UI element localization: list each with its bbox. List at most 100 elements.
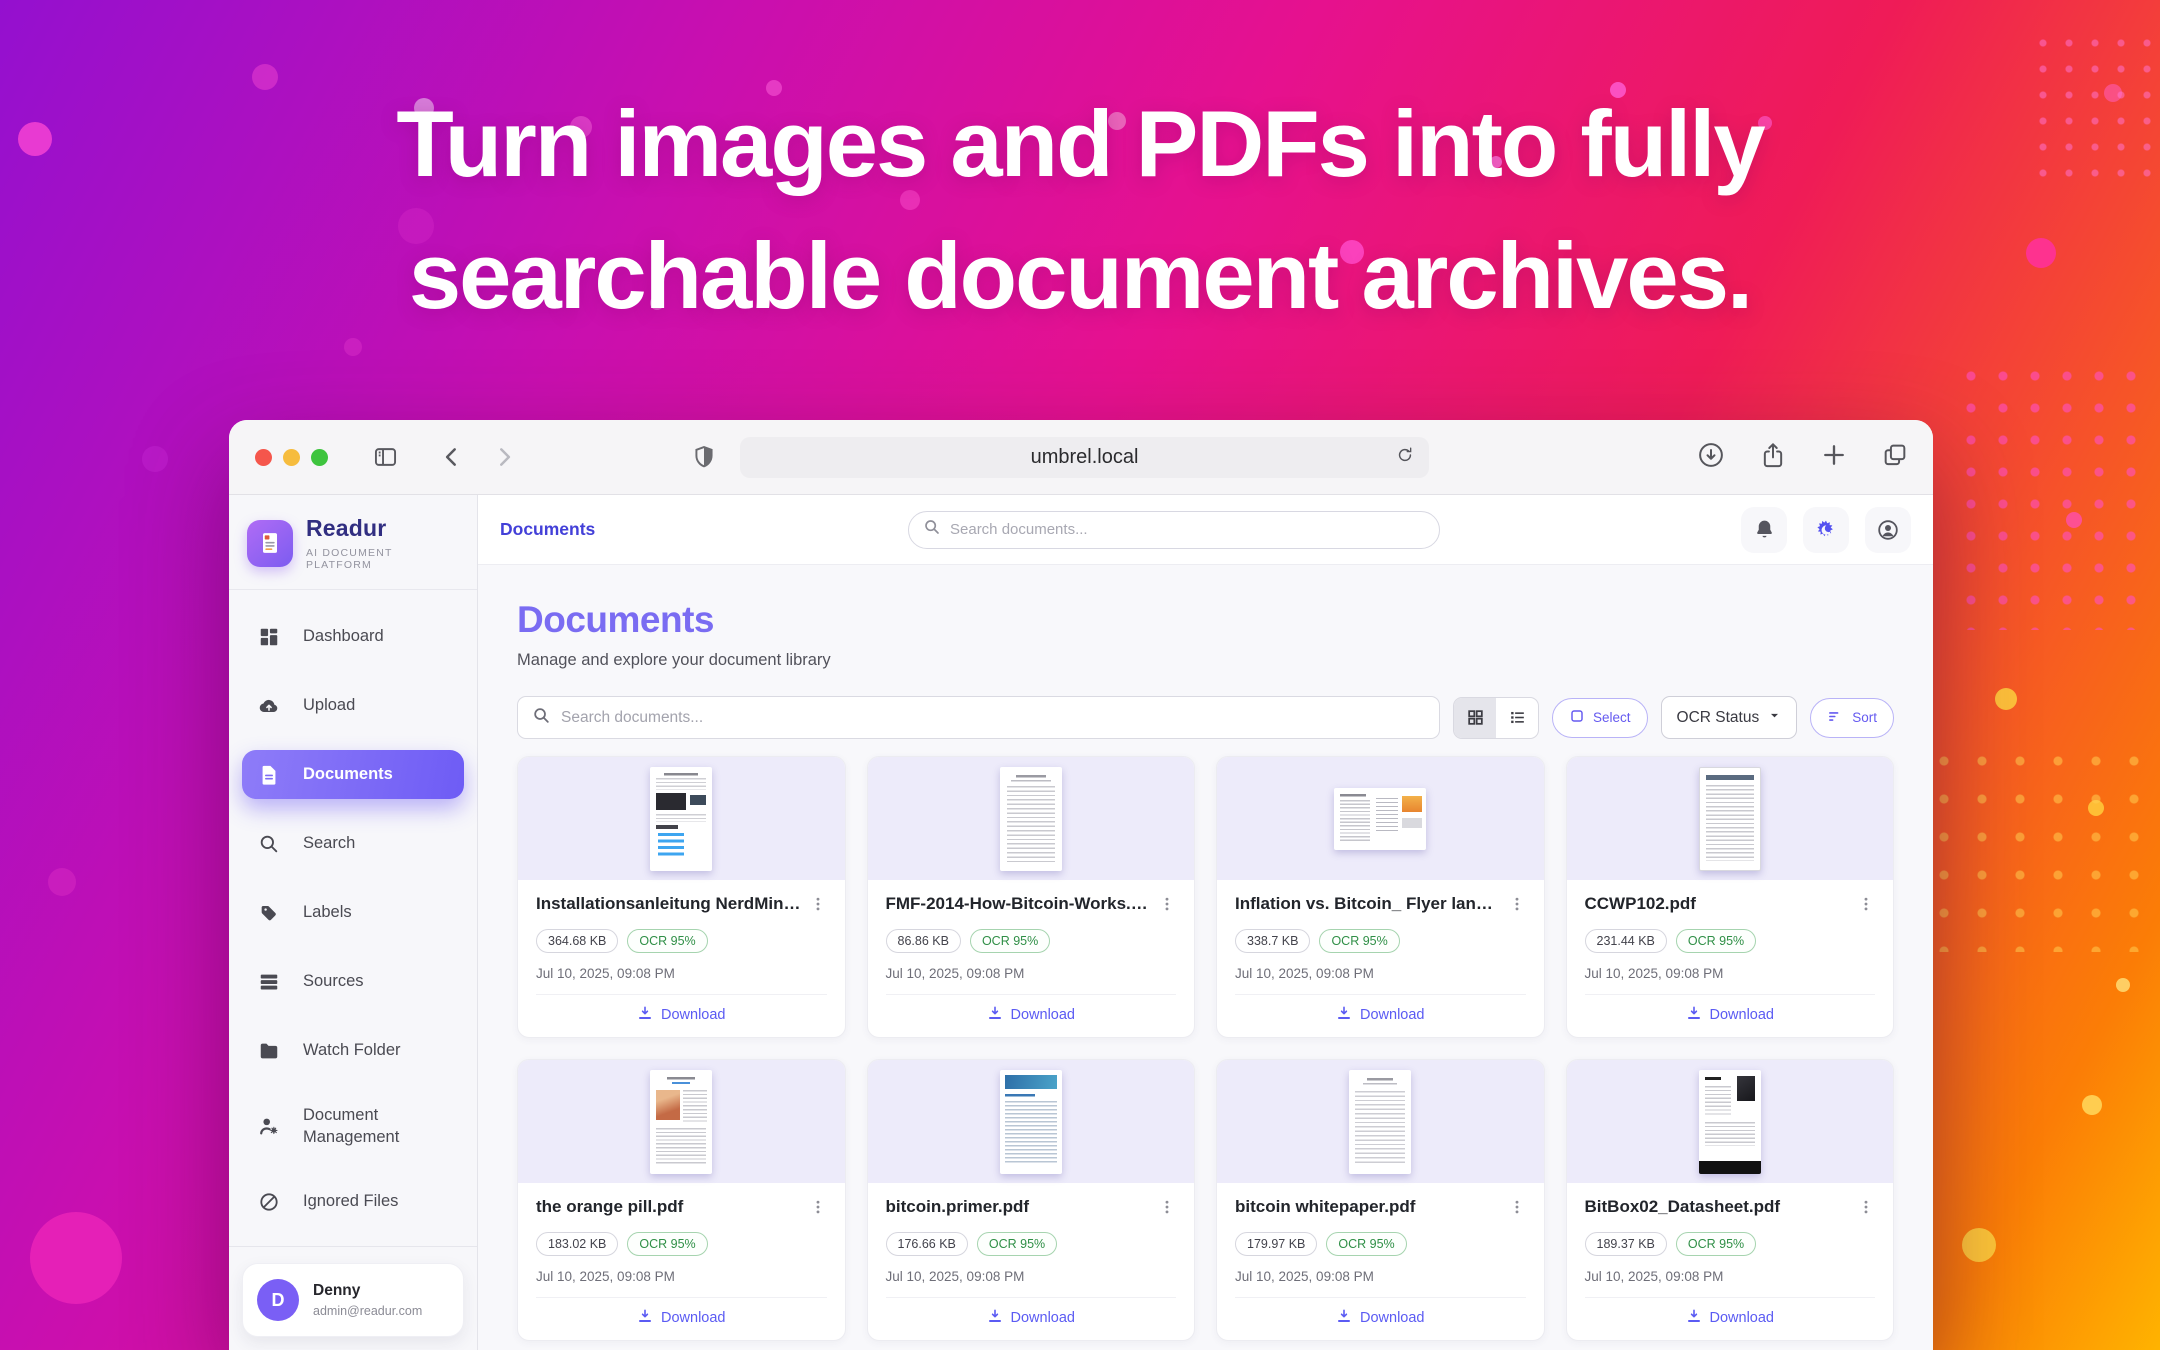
- topbar-search-input[interactable]: [950, 521, 1425, 538]
- topbar-search[interactable]: [908, 511, 1440, 549]
- download-link[interactable]: Download: [1235, 1297, 1526, 1328]
- download-link[interactable]: Download: [1235, 994, 1526, 1025]
- document-card[interactable]: BitBox02_Datasheet.pdf 189.37 KB OCR 95%…: [1566, 1059, 1895, 1341]
- doc-thumb-page: [1699, 1070, 1761, 1174]
- sidebar-item-label: Dashboard: [303, 627, 384, 646]
- user-card[interactable]: D Denny admin@readur.com: [242, 1263, 464, 1337]
- app-topbar: Documents: [478, 495, 1933, 565]
- readur-logo-icon: [247, 520, 293, 567]
- ocr-status-badge: OCR 95%: [1676, 929, 1756, 953]
- documents-search[interactable]: [517, 696, 1440, 739]
- ocr-status-badge: OCR 95%: [627, 929, 707, 953]
- breadcrumb[interactable]: Documents: [500, 519, 595, 540]
- user-name: Denny: [313, 1282, 422, 1300]
- sidebar-toggle-icon[interactable]: [372, 444, 399, 471]
- refresh-icon[interactable]: [1395, 445, 1415, 471]
- close-button[interactable]: [255, 449, 272, 466]
- theme-toggle-button[interactable]: [1803, 507, 1849, 553]
- more-options-icon[interactable]: [809, 895, 827, 918]
- sidebar-item-documents[interactable]: Documents: [242, 750, 464, 799]
- zoom-button[interactable]: [311, 449, 328, 466]
- document-name: BitBox02_Datasheet.pdf: [1585, 1197, 1850, 1217]
- sidebar-item-label: Sources: [303, 972, 364, 991]
- file-size-badge: 176.66 KB: [886, 1232, 968, 1256]
- notifications-button[interactable]: [1741, 507, 1787, 553]
- download-link[interactable]: Download: [886, 1297, 1177, 1328]
- search-icon: [258, 833, 280, 855]
- profile-button[interactable]: [1865, 507, 1911, 553]
- file-size-badge: 189.37 KB: [1585, 1232, 1667, 1256]
- more-options-icon[interactable]: [1508, 895, 1526, 918]
- ocr-status-badge: OCR 95%: [627, 1232, 707, 1256]
- sidebar-item-search[interactable]: Search: [242, 819, 464, 868]
- document-thumbnail: [1217, 1060, 1544, 1183]
- documents-page: Documents Manage and explore your docume…: [478, 565, 1933, 1350]
- document-card[interactable]: bitcoin whitepaper.pdf 179.97 KB OCR 95%…: [1216, 1059, 1545, 1341]
- document-date: Jul 10, 2025, 09:08 PM: [886, 966, 1177, 981]
- document-card[interactable]: CCWP102.pdf 231.44 KB OCR 95% Jul 10, 20…: [1566, 756, 1895, 1038]
- download-link[interactable]: Download: [536, 1297, 827, 1328]
- documents-icon: [258, 764, 280, 786]
- grid-view-button[interactable]: [1454, 698, 1496, 738]
- url-bar[interactable]: umbrel.local: [740, 437, 1429, 478]
- file-size-badge: 364.68 KB: [536, 929, 618, 953]
- document-name: bitcoin whitepaper.pdf: [1235, 1197, 1500, 1217]
- forward-icon[interactable]: [491, 444, 517, 470]
- new-tab-icon[interactable]: [1820, 441, 1848, 474]
- download-link[interactable]: Download: [536, 994, 827, 1025]
- document-card[interactable]: bitcoin.primer.pdf 176.66 KB OCR 95% Jul…: [867, 1059, 1196, 1341]
- shield-icon[interactable]: [691, 444, 717, 470]
- document-card[interactable]: Installationsanleitung NerdMiner.pdf 364…: [517, 756, 846, 1038]
- page-title: Documents: [517, 599, 1894, 641]
- more-options-icon[interactable]: [1508, 1198, 1526, 1221]
- sidebar-item-sources[interactable]: Sources: [242, 957, 464, 1006]
- tag-icon: [258, 902, 280, 924]
- more-options-icon[interactable]: [1857, 1198, 1875, 1221]
- search-icon: [532, 706, 551, 730]
- sidebar-item-watch-folder[interactable]: Watch Folder: [242, 1026, 464, 1075]
- sidebar-item-labels[interactable]: Labels: [242, 888, 464, 937]
- select-button[interactable]: Select: [1552, 698, 1648, 738]
- sources-icon: [258, 971, 280, 993]
- sort-button[interactable]: Sort: [1810, 698, 1894, 738]
- ocr-status-dropdown[interactable]: OCR Status: [1661, 696, 1798, 739]
- ocr-status-badge: OCR 95%: [1676, 1232, 1756, 1256]
- chrome-actions: [1696, 420, 1909, 495]
- file-size-badge: 338.7 KB: [1235, 929, 1310, 953]
- document-date: Jul 10, 2025, 09:08 PM: [536, 966, 827, 981]
- back-icon[interactable]: [439, 444, 465, 470]
- document-card[interactable]: the orange pill.pdf 183.02 KB OCR 95% Ju…: [517, 1059, 846, 1341]
- sidebar-item-label: Upload: [303, 696, 355, 715]
- sidebar-item-dashboard[interactable]: Dashboard: [242, 612, 464, 661]
- doc-thumb-page: [1000, 767, 1062, 871]
- document-card[interactable]: Inflation vs. Bitcoin_ Flyer lang_RGB.pd…: [1216, 756, 1545, 1038]
- more-options-icon[interactable]: [1158, 895, 1176, 918]
- user-email: admin@readur.com: [313, 1304, 422, 1318]
- more-options-icon[interactable]: [1158, 1198, 1176, 1221]
- sidebar-item-document-management[interactable]: Document Management: [242, 1095, 464, 1157]
- sidebar-item-upload[interactable]: Upload: [242, 681, 464, 730]
- ocr-status-badge: OCR 95%: [970, 929, 1050, 953]
- avatar: D: [257, 1279, 299, 1321]
- more-options-icon[interactable]: [1857, 895, 1875, 918]
- download-link[interactable]: Download: [1585, 994, 1876, 1025]
- chevron-down-icon: [1768, 709, 1781, 727]
- document-thumbnail: [1217, 757, 1544, 880]
- list-view-button[interactable]: [1496, 698, 1538, 738]
- sidebar-nav: Dashboard Upload Documents Search Labels: [229, 590, 477, 1246]
- hero-line-1: Turn images and PDFs into fully: [0, 78, 2160, 210]
- documents-grid: Installationsanleitung NerdMiner.pdf 364…: [517, 756, 1894, 1341]
- document-thumbnail: [868, 757, 1195, 880]
- window-controls: [255, 449, 328, 466]
- tabs-overview-icon[interactable]: [1881, 441, 1909, 474]
- minimize-button[interactable]: [283, 449, 300, 466]
- download-link[interactable]: Download: [886, 994, 1177, 1025]
- more-options-icon[interactable]: [809, 1198, 827, 1221]
- share-icon[interactable]: [1759, 441, 1787, 474]
- documents-search-input[interactable]: [561, 709, 1425, 727]
- document-card[interactable]: FMF-2014-How-Bitcoin-Works.pdf 86.86 KB …: [867, 756, 1196, 1038]
- sidebar-item-ignored-files[interactable]: Ignored Files: [242, 1177, 464, 1226]
- downloads-icon[interactable]: [1696, 440, 1726, 475]
- sidebar-item-label: Documents: [303, 765, 393, 784]
- download-link[interactable]: Download: [1585, 1297, 1876, 1328]
